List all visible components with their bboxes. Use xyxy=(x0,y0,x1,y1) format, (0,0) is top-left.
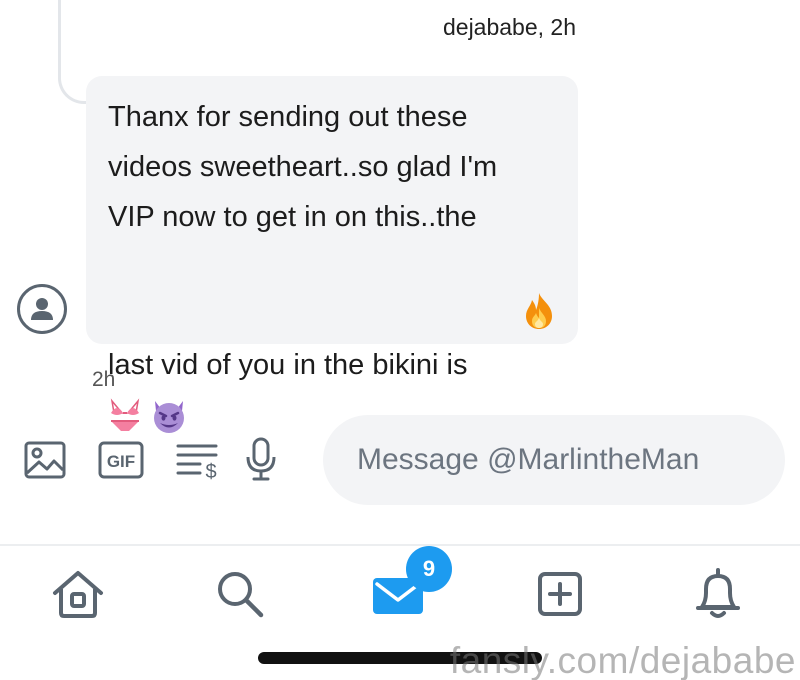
bell-icon xyxy=(696,568,740,618)
bikini-emoji xyxy=(108,397,142,440)
smiling-imp-emoji xyxy=(150,397,188,440)
message-bubble[interactable]: Thanx for sending out these videos sweet… xyxy=(86,76,578,433)
search-icon xyxy=(218,572,264,618)
message-timestamp: 2h xyxy=(92,368,116,391)
microphone-icon[interactable] xyxy=(246,437,276,481)
nav-notifications-button[interactable] xyxy=(690,566,746,622)
message-text: Thanx for sending out these videos sweet… xyxy=(108,92,558,396)
svg-text:$: $ xyxy=(205,461,216,480)
fire-emoji xyxy=(473,242,555,396)
nav-home-button[interactable] xyxy=(50,566,106,622)
message-input[interactable] xyxy=(323,415,785,505)
avatar[interactable] xyxy=(17,284,67,334)
tip-icon[interactable]: $ xyxy=(176,440,220,480)
image-icon[interactable] xyxy=(24,440,66,480)
plus-square-icon xyxy=(538,572,582,616)
reply-author-meta: dejababe, 2h xyxy=(442,14,576,40)
home-icon xyxy=(53,571,103,618)
nav-search-button[interactable] xyxy=(212,566,268,622)
watermark: fansly.com/dejababe xyxy=(449,640,796,680)
nav-create-button[interactable] xyxy=(532,566,588,622)
user-icon xyxy=(31,298,53,320)
nav-divider xyxy=(0,544,800,546)
gif-icon[interactable]: GIF xyxy=(98,440,144,480)
messages-count-badge: 9 xyxy=(406,546,452,592)
gif-label: GIF xyxy=(107,452,135,471)
